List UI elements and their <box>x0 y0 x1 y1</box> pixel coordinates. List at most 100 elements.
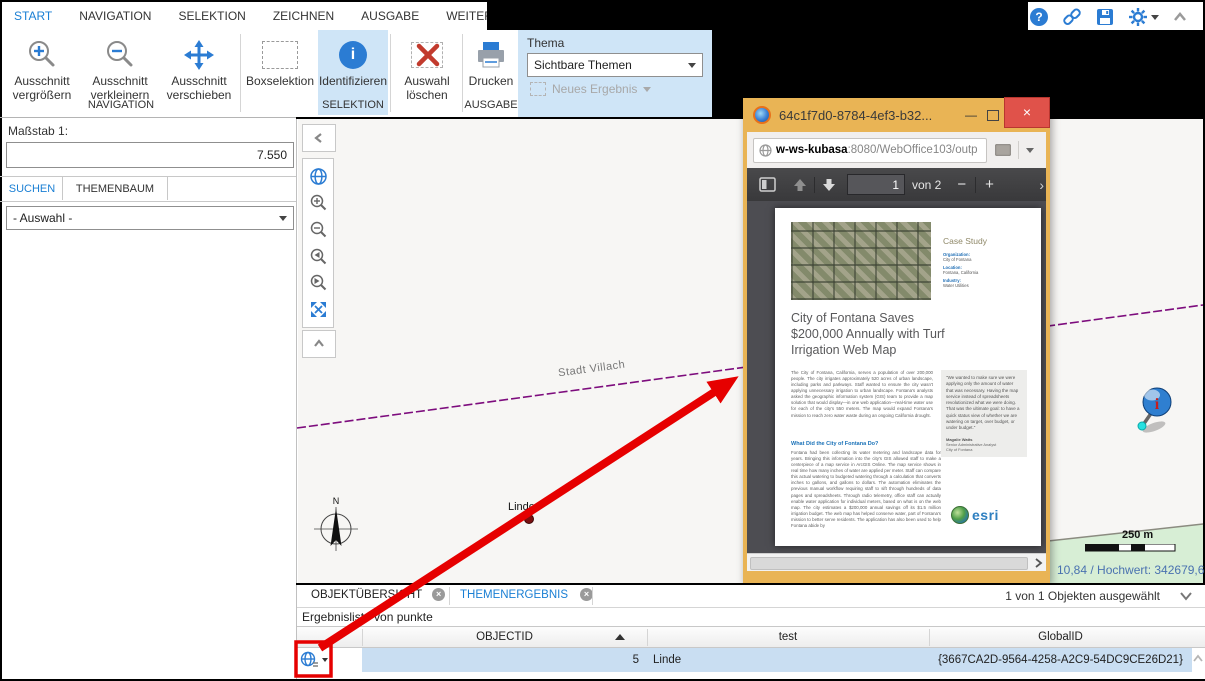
previous-extent-icon[interactable] <box>309 247 328 266</box>
pdf-toolbar: 1 von 2 − + › <box>747 168 1046 201</box>
row-result-tool[interactable] <box>300 650 328 669</box>
group-label-ausgabe: AUSGABE <box>464 99 518 111</box>
cell-test: Linde <box>647 648 929 672</box>
table-scroll-up-icon[interactable] <box>1193 654 1203 664</box>
ribbon-separator <box>462 34 463 112</box>
pdf-hscrollbar[interactable] <box>747 553 1046 571</box>
esri-globe-icon <box>951 506 969 524</box>
pdf-viewport[interactable]: Case Study Organization: City of Fontana… <box>747 201 1046 553</box>
popup-window: 64c1f7d0-8784-4ef3-b32... — × w-ws-kubas… <box>743 98 1050 583</box>
collapse-tools-button[interactable] <box>302 330 336 358</box>
addon-icon[interactable] <box>995 144 1011 156</box>
panel-chevron-down-icon[interactable] <box>1179 591 1193 601</box>
firefox-icon <box>753 106 771 124</box>
globe-list-icon <box>300 650 319 669</box>
boxselect-button[interactable]: Boxselektion <box>244 30 316 88</box>
gear-icon <box>1128 7 1148 27</box>
scale-bar-label: 250 m <box>1122 529 1153 541</box>
magnifier-minus-icon <box>104 39 136 71</box>
chevron-down-icon <box>643 87 651 92</box>
divider <box>0 117 296 118</box>
column-header-objectid[interactable]: OBJECTID <box>362 627 647 647</box>
url-input[interactable]: w-ws-kubasa:8080/WebOffice103/outp <box>753 138 987 163</box>
map-zoom-in-icon[interactable] <box>309 193 328 212</box>
result-list-label: Ergebnisliste von punkte <box>302 610 433 624</box>
help-icon[interactable]: ? <box>1030 8 1048 26</box>
table-row[interactable]: 5 Linde {3667CA2D-9564-4258-A2C9-54DC9CE… <box>297 648 1205 672</box>
collapse-ribbon-icon[interactable] <box>1173 11 1187 23</box>
chevron-up-icon <box>313 338 325 350</box>
minimize-button[interactable]: — <box>960 102 982 128</box>
thema-select[interactable]: Sichtbare Themen <box>527 53 703 77</box>
tab-objektuebersicht[interactable]: OBJEKTÜBERSICHT × <box>311 588 445 601</box>
neues-ergebnis-button[interactable]: Neues Ergebnis <box>530 82 651 96</box>
thema-panel: Thema Sichtbare Themen Neues Ergebnis <box>518 30 712 117</box>
save-icon[interactable] <box>1096 8 1114 26</box>
divider <box>814 177 815 193</box>
tab-zeichnen[interactable]: ZEICHNEN <box>273 9 334 23</box>
selection-status: 1 von 1 Objekten ausgewählt <box>1005 589 1160 603</box>
zoom-out-extent-button[interactable]: Ausschnitt verkleinern <box>82 30 158 102</box>
sort-ascending-icon <box>615 634 625 640</box>
next-extent-icon[interactable] <box>309 273 328 292</box>
pdf-next-page-icon[interactable] <box>821 177 837 193</box>
full-extent-globe-icon[interactable] <box>309 167 328 186</box>
printer-icon <box>475 41 507 69</box>
tab-navigation[interactable]: NAVIGATION <box>79 9 151 23</box>
tab-themenbaum[interactable]: THEMENBAUM <box>63 177 168 200</box>
link-icon[interactable] <box>1062 7 1082 27</box>
tab-selektion[interactable]: SELEKTION <box>178 9 245 23</box>
settings-caret-icon <box>1151 15 1159 20</box>
close-icon[interactable]: × <box>432 588 445 601</box>
menu-filler-dark <box>487 2 1028 30</box>
collapse-panel-button[interactable] <box>302 124 336 152</box>
esri-logo: esri <box>951 506 999 524</box>
search-select[interactable]: - Auswahl - <box>6 206 294 230</box>
ribbon-separator <box>240 34 241 112</box>
tab-ausgabe[interactable]: AUSGABE <box>361 9 419 23</box>
maximize-button[interactable] <box>982 102 1004 128</box>
aerial-photo <box>791 222 931 300</box>
scrollbar-thumb[interactable] <box>750 557 1028 570</box>
settings-control[interactable] <box>1128 7 1159 27</box>
popup-titlebar[interactable]: 64c1f7d0-8784-4ef3-b32... — × <box>743 98 1050 132</box>
group-label-selektion: SELEKTION <box>318 99 388 111</box>
addressbar-dropdown-icon[interactable] <box>1026 148 1034 153</box>
expand-arrows-icon[interactable] <box>309 300 328 319</box>
close-button[interactable]: × <box>1004 97 1050 128</box>
case-study-block: Case Study Organization: City of Fontana… <box>943 236 1033 291</box>
chevron-down-icon <box>688 63 696 68</box>
pdf-zoom-in-button[interactable]: + <box>985 176 994 193</box>
row-tool-caret-icon <box>322 658 328 662</box>
cell-globalid: {3667CA2D-9564-4258-A2C9-54DC9CE26D21} <box>929 648 1192 672</box>
map-coordinates: 10,84 / Hochwert: 342679,61 <box>1057 563 1205 577</box>
map-label-point: Linde <box>508 501 535 513</box>
column-header-globalid[interactable]: GlobalID <box>929 627 1192 647</box>
clear-selection-button[interactable]: Auswahl löschen <box>394 30 460 102</box>
pdf-toolbar-overflow[interactable]: › <box>1039 177 1044 193</box>
tab-themenergebnis[interactable]: THEMENERGEBNIS × <box>460 588 593 601</box>
tab-suchen[interactable]: SUCHEN <box>2 177 63 200</box>
pan-extent-button[interactable]: Ausschnitt verschieben <box>160 30 238 102</box>
print-button[interactable]: Drucken <box>464 30 518 88</box>
pdf-quote-box: "We wanted to make sure we were applying… <box>941 370 1027 457</box>
pdf-page-input[interactable]: 1 <box>847 174 905 195</box>
pdf-paragraph-2: Fontana had been collecting its water me… <box>791 450 941 536</box>
pdf-prev-page-icon[interactable] <box>792 177 808 193</box>
table-header: OBJECTID test GlobalID <box>297 626 1205 648</box>
column-header-test[interactable]: test <box>647 627 929 647</box>
scale-input[interactable]: 7.550 <box>6 142 294 168</box>
identify-button[interactable]: i Identifizieren <box>318 30 388 88</box>
pdf-zoom-out-button[interactable]: − <box>957 176 966 193</box>
app-quick-icons: ? <box>1030 6 1200 28</box>
zoom-in-extent-button[interactable]: Ausschnitt vergrößern <box>4 30 80 102</box>
tab-start[interactable]: START <box>14 9 52 23</box>
pdf-sidebar-toggle-icon[interactable] <box>759 177 776 192</box>
bottom-panel: OBJEKTÜBERSICHT × THEMENERGEBNIS × 1 von… <box>297 585 1205 679</box>
chevron-left-icon <box>313 132 325 144</box>
divider <box>1018 141 1019 159</box>
svg-text:i: i <box>1155 396 1160 413</box>
result-tabs-row: OBJEKTÜBERSICHT × THEMENERGEBNIS × 1 von… <box>297 585 1205 608</box>
scroll-right-icon[interactable] <box>1033 558 1043 568</box>
map-zoom-out-icon[interactable] <box>309 220 328 239</box>
